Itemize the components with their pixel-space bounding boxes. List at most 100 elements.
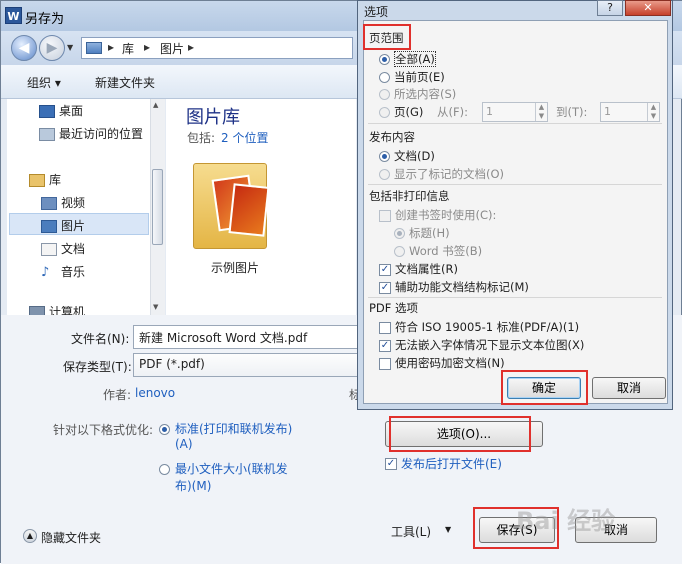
optimize-standard-label[interactable]: 标准(打印和联机发布) — [175, 420, 292, 437]
open-after-publish-checkbox[interactable]: ✓ — [385, 456, 401, 470]
music-icon: ♪ — [41, 264, 50, 280]
optimize-label: 针对以下格式优化: — [53, 423, 154, 437]
selection-radio[interactable]: 所选内容(S) — [379, 86, 456, 102]
desktop-icon — [39, 105, 55, 118]
optimize-min-radio[interactable] — [159, 462, 174, 476]
checkbox-empty-icon — [379, 209, 391, 222]
breadcrumb-separator-icon: ▸ — [188, 40, 195, 54]
library-title: 图片库 — [186, 107, 240, 128]
sidebar-item-recent-places[interactable]: 最近访问的位置 — [39, 125, 143, 142]
open-after-publish-label[interactable]: 发布后打开文件(E) — [401, 455, 502, 472]
highlight-save — [473, 507, 559, 549]
computer-icon — [29, 306, 45, 315]
highlight-options — [389, 416, 531, 452]
separator — [368, 297, 662, 298]
checkbox-empty-icon — [379, 357, 391, 370]
documents-icon — [41, 243, 57, 256]
word-app-icon: W — [5, 7, 22, 24]
options-dialog-title: 选项 — [364, 5, 389, 19]
document-radio[interactable]: 文档(D) — [379, 148, 435, 164]
pages-radio[interactable]: 页(G) — [379, 104, 423, 120]
video-icon — [41, 197, 57, 210]
hide-folders-link[interactable]: 隐藏文件夹 — [41, 529, 101, 546]
scroll-up-icon[interactable]: ▲ — [153, 101, 158, 109]
headings-radio[interactable]: 标题(H) — [394, 225, 450, 241]
all-pages-radio[interactable]: 全部(A) — [379, 51, 436, 67]
checkbox-checked-icon: ✓ — [385, 457, 397, 470]
recent-places-icon — [39, 128, 55, 141]
new-folder-button[interactable]: 新建文件夹 — [95, 74, 155, 91]
radio-empty-icon — [394, 246, 405, 257]
word-bookmarks-radio[interactable]: Word 书签(B) — [394, 243, 482, 259]
checkbox-checked-icon: ✓ — [379, 281, 391, 294]
author-value[interactable]: lenovo — [135, 386, 175, 400]
spinner-arrows-icon[interactable]: ▲ ▼ — [647, 103, 659, 121]
to-spinner[interactable]: 1 ▲ ▼ — [600, 102, 660, 122]
radio-empty-icon — [159, 464, 170, 475]
window-title: 另存为 — [25, 12, 65, 27]
radio-selected-icon — [379, 54, 390, 65]
folder-label: 示例图片 — [211, 261, 260, 275]
optimize-min-label-2[interactable]: 布)(M) — [175, 477, 211, 494]
address-bar[interactable]: ▸ 库 ▸ 图片 ▸ — [81, 37, 353, 59]
doc-properties-checkbox[interactable]: ✓ 文档属性(R) — [379, 261, 458, 277]
breadcrumb-separator-icon: ▸ — [144, 40, 151, 54]
iso-checkbox[interactable]: 符合 ISO 19005-1 标准(PDF/A)(1) — [379, 319, 579, 335]
sidebar-item-pictures[interactable]: 图片 — [41, 217, 85, 234]
radio-empty-icon — [379, 169, 390, 180]
radio-empty-icon — [379, 89, 390, 100]
structure-tags-checkbox[interactable]: ✓ 辅助功能文档结构标记(M) — [379, 279, 529, 295]
spinner-arrows-icon[interactable]: ▲ ▼ — [535, 103, 547, 121]
encrypt-checkbox[interactable]: 使用密码加密文档(N) — [379, 355, 505, 371]
bitmap-text-checkbox[interactable]: ✓ 无法嵌入字体情况下显示文本位图(X) — [379, 337, 584, 353]
breadcrumb-pictures[interactable]: 图片 — [160, 40, 184, 57]
checkbox-checked-icon: ✓ — [379, 339, 391, 352]
filename-input[interactable]: 新建 Microsoft Word 文档.pdf — [133, 325, 358, 349]
library-icon — [29, 174, 45, 187]
scrollbar-thumb[interactable] — [152, 169, 163, 245]
breadcrumb-library[interactable]: 库 — [122, 40, 134, 57]
pdf-options-title: PDF 选项 — [369, 301, 419, 315]
dialog-cancel-button[interactable]: 取消 — [592, 377, 666, 399]
filetype-label: 保存类型(T): — [63, 360, 132, 374]
radio-empty-icon — [379, 72, 390, 83]
sidebar-item-documents[interactable]: 文档 — [41, 240, 85, 257]
sidebar-item-video[interactable]: 视频 — [41, 194, 85, 211]
close-button[interactable]: ✕ — [625, 0, 671, 16]
publish-title: 发布内容 — [369, 130, 415, 144]
sidebar-item-music[interactable]: ♪ 音乐 — [41, 263, 85, 280]
includes-locations-link[interactable]: 2 个位置 — [221, 129, 268, 146]
optimize-standard-radio[interactable] — [159, 422, 174, 436]
folder-sample-pictures[interactable] — [191, 159, 277, 255]
document-markup-radio[interactable]: 显示了标记的文档(O) — [379, 166, 504, 182]
checkbox-checked-icon: ✓ — [379, 263, 391, 276]
separator — [368, 184, 662, 185]
sidebar-item-computer[interactable]: 计算机 — [29, 306, 85, 315]
forward-button[interactable]: ▶ — [39, 35, 65, 61]
optimize-standard-key[interactable]: (A) — [175, 437, 193, 451]
highlight-ok — [501, 370, 588, 405]
to-label: 到(T): — [556, 105, 588, 119]
filetype-select[interactable]: PDF (*.pdf) — [133, 353, 358, 377]
radio-selected-icon — [394, 228, 405, 239]
sidebar-item-desktop[interactable]: 桌面 — [39, 102, 83, 119]
sidebar-item-library[interactable]: 库 — [29, 171, 61, 188]
photo-thumbnail — [228, 183, 270, 237]
nonprint-title: 包括非打印信息 — [369, 189, 450, 203]
optimize-min-label[interactable]: 最小文件大小(联机发 — [175, 460, 288, 477]
tools-menu[interactable]: 工具(L) — [391, 523, 431, 540]
scroll-down-icon[interactable]: ▼ — [153, 303, 158, 311]
create-bookmarks-checkbox[interactable]: 创建书签时使用(C): — [379, 207, 496, 223]
organize-menu-button[interactable]: 组织 ▾ — [27, 74, 61, 91]
back-button[interactable]: ◀ — [11, 35, 37, 61]
hide-folders-icon[interactable]: ▲ — [23, 529, 37, 543]
tools-dropdown-icon[interactable]: ▼ — [445, 525, 451, 534]
pictures-icon — [41, 220, 57, 233]
current-page-radio[interactable]: 当前页(E) — [379, 69, 445, 85]
highlight-page-range — [363, 24, 411, 50]
includes-label: 包括: — [187, 131, 216, 145]
radio-empty-icon — [379, 107, 390, 118]
help-button[interactable]: ? — [597, 0, 623, 16]
from-spinner[interactable]: 1 ▲ ▼ — [482, 102, 548, 122]
recent-pages-dropdown-icon[interactable]: ▼ — [67, 43, 73, 52]
